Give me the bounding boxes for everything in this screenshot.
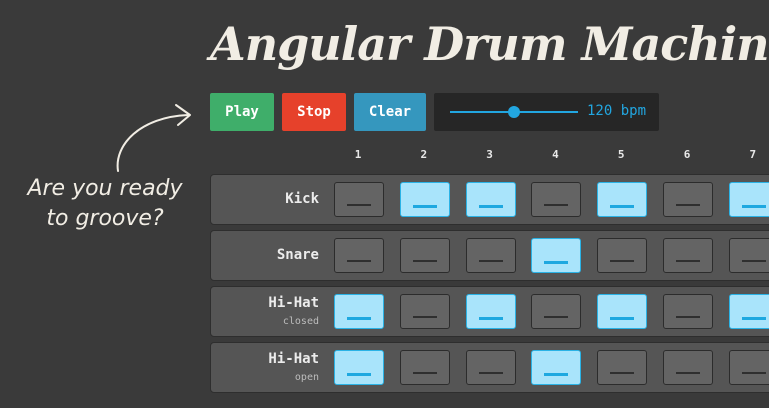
tempo-slider-thumb[interactable]	[508, 106, 520, 118]
track-subtitle: open	[294, 372, 319, 383]
tagline-line-2: to groove?	[46, 206, 164, 231]
step-pad-2[interactable]	[399, 294, 450, 329]
track-name: Hi-Hat	[268, 295, 319, 311]
track-subtitle: closed	[282, 316, 319, 327]
step-pad-3[interactable]	[465, 294, 516, 329]
tempo-readout: 120 bpm	[587, 103, 647, 119]
step-number-2: 2	[420, 148, 428, 161]
tagline-line-1: Are you ready	[27, 176, 183, 201]
step-number-3: 3	[486, 148, 493, 161]
track-row: Snare	[210, 230, 769, 281]
step-pad-4[interactable]	[531, 182, 582, 217]
step-pad-4[interactable]	[531, 238, 582, 273]
step-pad-4[interactable]	[531, 350, 582, 385]
step-pad-1[interactable]	[334, 182, 384, 217]
track-row: Hi-Hat open	[210, 342, 769, 393]
step-pad-6[interactable]	[663, 238, 713, 273]
step-pad-6[interactable]	[663, 294, 713, 329]
step-number-7: 7	[749, 148, 757, 161]
page-title: Angular Drum Machine	[210, 17, 769, 71]
step-pad-1[interactable]	[334, 294, 384, 329]
step-pad-2[interactable]	[399, 350, 450, 385]
step-pad-5[interactable]	[597, 238, 648, 273]
step-pad-5[interactable]	[597, 350, 648, 385]
step-pad-3[interactable]	[465, 350, 516, 385]
step-pad-5[interactable]	[597, 182, 648, 217]
step-pad-7[interactable]	[728, 294, 769, 329]
step-number-6: 6	[683, 148, 691, 161]
step-pad-7[interactable]	[728, 350, 769, 385]
track-row: Hi-Hat closed	[210, 286, 769, 337]
track-name: Snare	[276, 247, 319, 263]
step-pad-1[interactable]	[334, 350, 384, 385]
clear-button[interactable]: Clear	[354, 93, 426, 131]
step-pad-7[interactable]	[728, 238, 769, 273]
stop-button[interactable]: Stop	[282, 93, 346, 131]
track-name: Hi-Hat	[268, 351, 319, 367]
tempo-control: 120 bpm	[434, 93, 659, 131]
play-button[interactable]: Play	[210, 93, 274, 131]
step-number-5: 5	[617, 148, 625, 161]
step-pad-2[interactable]	[399, 238, 450, 273]
step-number-4: 4	[552, 148, 559, 161]
track-row: Kick	[210, 174, 769, 225]
step-pad-2[interactable]	[399, 182, 450, 217]
step-pad-1[interactable]	[334, 238, 384, 273]
step-pad-4[interactable]	[531, 294, 582, 329]
step-pad-6[interactable]	[663, 350, 713, 385]
step-pad-7[interactable]	[728, 182, 769, 217]
step-pad-6[interactable]	[663, 182, 713, 217]
step-pad-3[interactable]	[465, 238, 516, 273]
step-pad-5[interactable]	[597, 294, 648, 329]
step-pad-3[interactable]	[465, 182, 516, 217]
step-number-1: 1	[354, 148, 362, 161]
track-name: Kick	[285, 191, 319, 207]
arrow-icon	[116, 104, 191, 172]
tagline: Are you ready to groove?	[5, 174, 205, 234]
